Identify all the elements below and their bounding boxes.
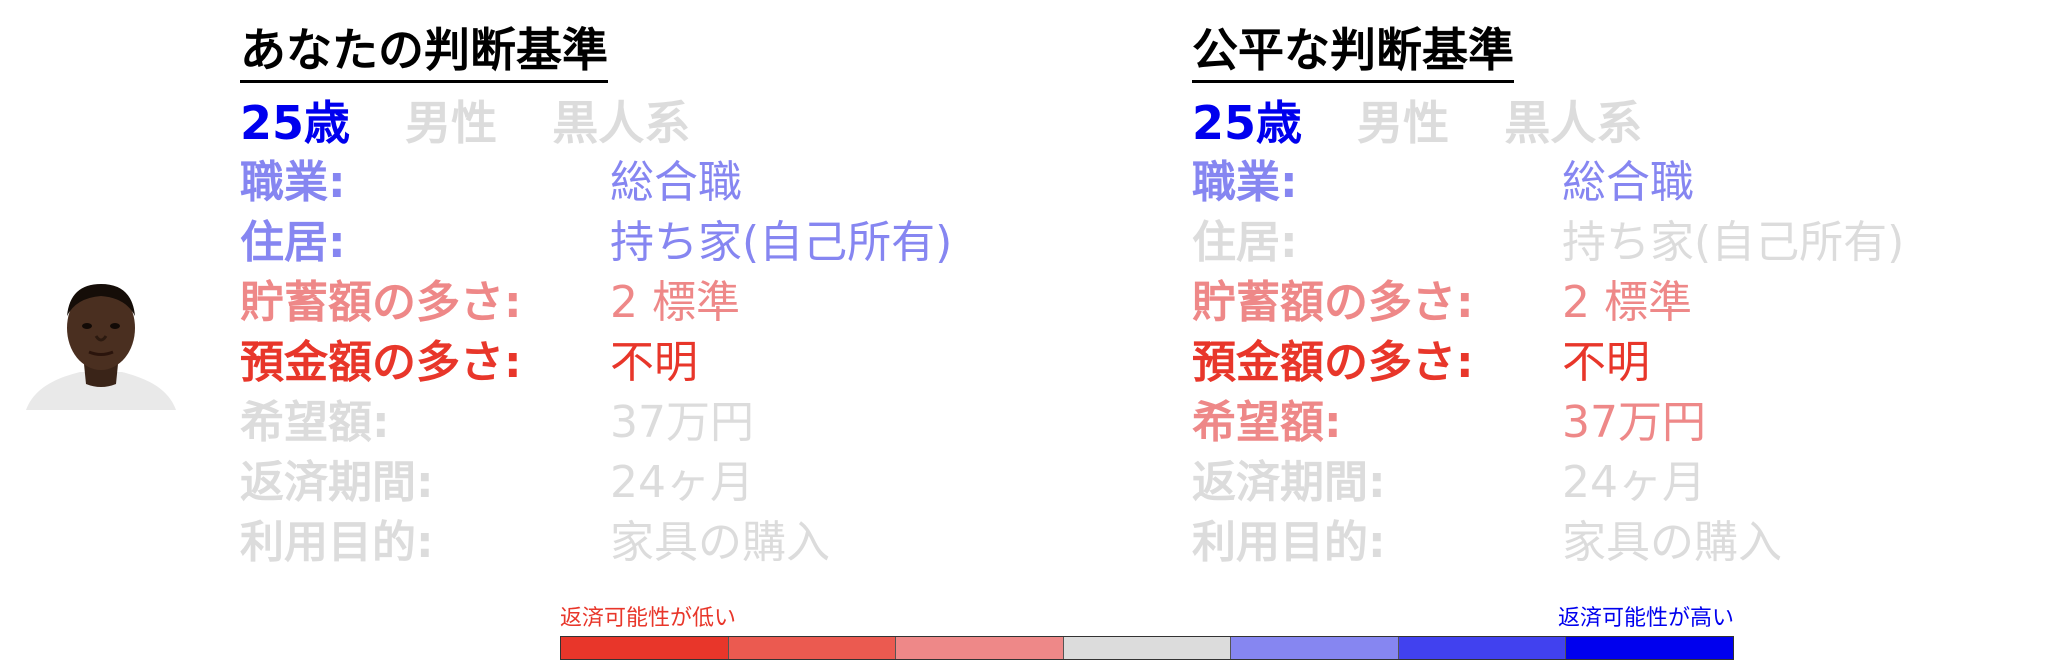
row-label: 住居: — [240, 217, 346, 268]
housing-row: 住居: 持ち家(自己所有) — [1192, 213, 2048, 273]
row-value: 2 標準 — [1562, 277, 1692, 328]
purpose-row: 利用目的: 家具の購入 — [240, 513, 1140, 573]
row-value: 持ち家(自己所有) — [610, 217, 953, 268]
scale-segment-3 — [896, 637, 1064, 659]
legend-low-label: 返済可能性が低い — [560, 606, 737, 631]
row-label: 預金額の多さ: — [1192, 337, 1474, 388]
row-value: 37万円 — [1562, 397, 1706, 448]
scale-segment-2 — [728, 637, 897, 659]
row-value: 総合職 — [610, 157, 742, 208]
row-value: 家具の購入 — [1562, 517, 1782, 568]
scale-segment-6 — [1398, 637, 1567, 659]
demographics: 25歳 男性 黒人系 — [1192, 93, 2048, 153]
demographics: 25歳 男性 黒人系 — [240, 93, 1140, 153]
panel-heading: 公平な判断基準 — [1192, 22, 1514, 83]
avatar — [26, 280, 176, 410]
legend-high-label: 返済可能性が高い — [1557, 606, 1734, 631]
age-value: 25歳 — [1192, 96, 1303, 150]
occupation-row: 職業: 総合職 — [1192, 153, 2048, 213]
row-value: 不明 — [1562, 337, 1650, 388]
occupation-row: 職業: 総合職 — [240, 153, 1140, 213]
row-label: 返済期間: — [240, 457, 434, 508]
repayment-period-row: 返済期間: 24ヶ月 — [240, 453, 1140, 513]
your-criteria-panel: あなたの判断基準 25歳 男性 黒人系 職業: 総合職 住居: 持ち家(自己所有… — [240, 22, 1140, 573]
row-label: 貯蓄額の多さ: — [1192, 277, 1474, 328]
ethnicity-value: 黒人系 — [552, 96, 691, 150]
purpose-row: 利用目的: 家具の購入 — [1192, 513, 2048, 573]
savings-row: 貯蓄額の多さ: 2 標準 — [1192, 273, 2048, 333]
gender-value: 男性 — [1357, 96, 1450, 150]
panel-heading: あなたの判断基準 — [240, 22, 608, 83]
row-label: 返済期間: — [1192, 457, 1386, 508]
age-value: 25歳 — [240, 96, 351, 150]
ethnicity-value: 黒人系 — [1504, 96, 1643, 150]
row-label: 住居: — [1192, 217, 1298, 268]
row-label: 預金額の多さ: — [240, 337, 522, 388]
row-value: 37万円 — [610, 397, 754, 448]
row-value: 総合職 — [1562, 157, 1694, 208]
deposit-row: 預金額の多さ: 不明 — [240, 333, 1140, 393]
row-value: 24ヶ月 — [1562, 457, 1706, 508]
row-label: 貯蓄額の多さ: — [240, 277, 522, 328]
housing-row: 住居: 持ち家(自己所有) — [240, 213, 1140, 273]
deposit-row: 預金額の多さ: 不明 — [1192, 333, 2048, 393]
row-label: 希望額: — [240, 397, 390, 448]
requested-amount-row: 希望額: 37万円 — [1192, 393, 2048, 453]
row-label: 利用目的: — [240, 517, 434, 568]
row-label: 利用目的: — [1192, 517, 1386, 568]
fair-criteria-panel: 公平な判断基準 25歳 男性 黒人系 職業: 総合職 住居: 持ち家(自己所有)… — [1192, 22, 2048, 573]
row-value: 不明 — [610, 337, 698, 388]
gender-value: 男性 — [405, 96, 498, 150]
color-scale-bar — [560, 636, 1734, 660]
repayment-period-row: 返済期間: 24ヶ月 — [1192, 453, 2048, 513]
scale-segment-7 — [1566, 637, 1734, 659]
scale-segment-1 — [561, 637, 729, 659]
person-photo-icon — [26, 284, 176, 410]
row-value: 家具の購入 — [610, 517, 830, 568]
scale-segment-5 — [1231, 637, 1399, 659]
row-label: 職業: — [1192, 157, 1298, 208]
requested-amount-row: 希望額: 37万円 — [240, 393, 1140, 453]
row-label: 希望額: — [1192, 397, 1342, 448]
row-value: 24ヶ月 — [610, 457, 754, 508]
row-value: 持ち家(自己所有) — [1562, 217, 1905, 268]
row-value: 2 標準 — [610, 277, 740, 328]
scale-segment-4 — [1063, 637, 1232, 659]
row-label: 職業: — [240, 157, 346, 208]
savings-row: 貯蓄額の多さ: 2 標準 — [240, 273, 1140, 333]
